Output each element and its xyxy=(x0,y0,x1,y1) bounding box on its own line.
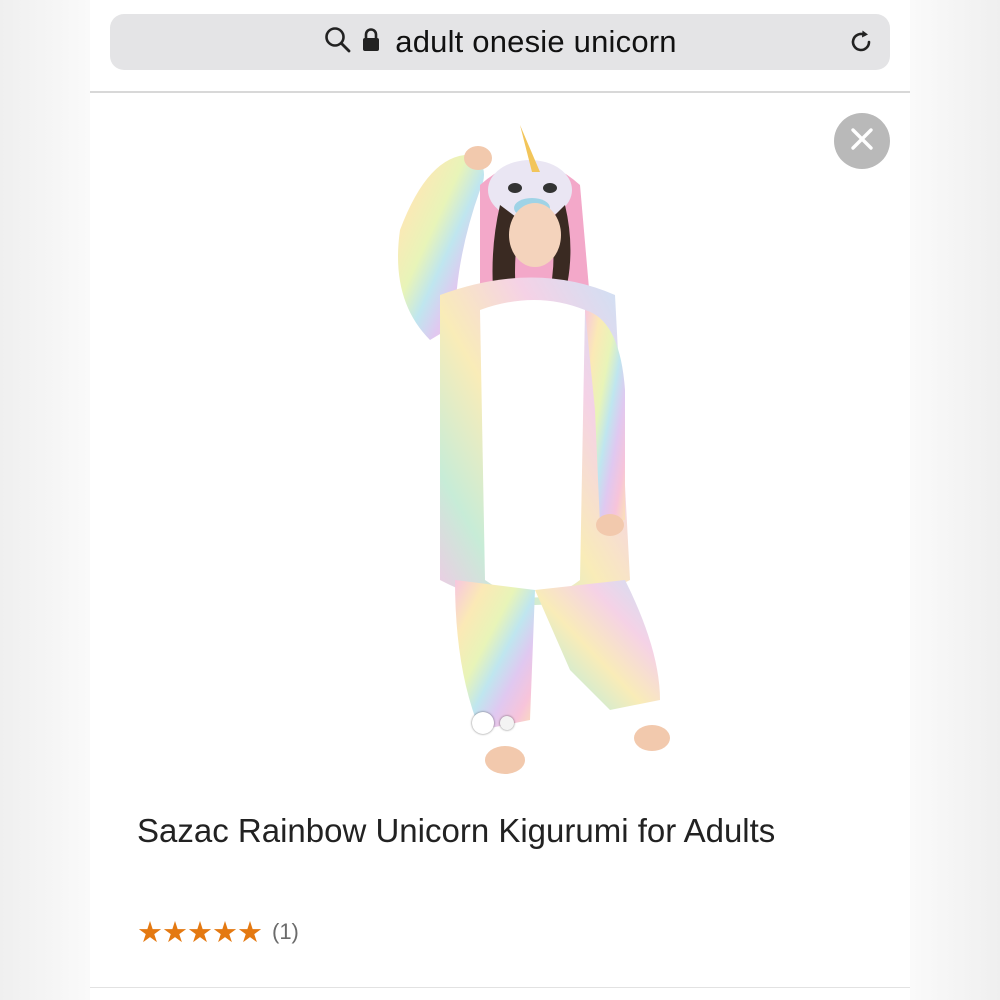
close-icon xyxy=(847,124,877,159)
rating-row[interactable]: ★★★★★ (1) xyxy=(137,912,299,952)
header-divider xyxy=(90,91,910,93)
reload-icon[interactable] xyxy=(846,27,876,57)
pager-dot[interactable] xyxy=(500,716,514,730)
bottom-divider xyxy=(90,987,910,988)
product-title[interactable]: Sazac Rainbow Unicorn Kigurumi for Adult… xyxy=(137,808,817,854)
address-bar-content: adult onesie unicorn xyxy=(110,14,890,70)
close-button[interactable] xyxy=(834,113,890,169)
review-count[interactable]: (1) xyxy=(272,919,299,945)
star-rating: ★★★★★ xyxy=(137,915,263,949)
product-image[interactable] xyxy=(360,110,700,790)
address-bar[interactable]: adult onesie unicorn xyxy=(110,14,890,70)
address-text[interactable]: adult onesie unicorn xyxy=(395,24,676,60)
search-icon xyxy=(323,25,353,60)
product-photo xyxy=(398,125,670,774)
image-pager[interactable] xyxy=(470,712,530,734)
lock-icon xyxy=(361,27,381,58)
pager-dot-active[interactable] xyxy=(472,712,494,734)
